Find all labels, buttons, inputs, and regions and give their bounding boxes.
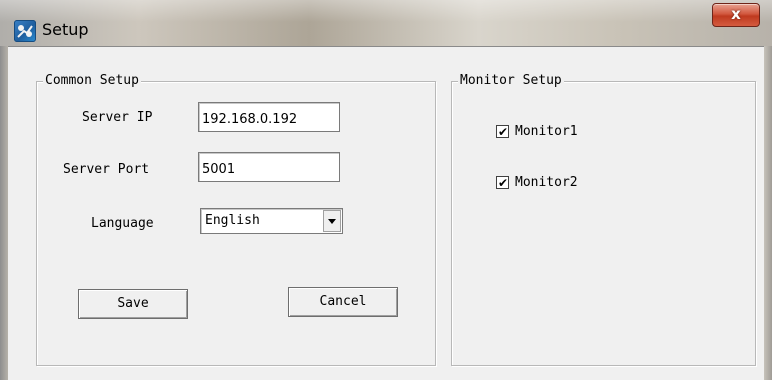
server-ip-label: Server IP (82, 110, 153, 125)
setup-window: Setup x Common Setup Server IP Server Po… (0, 0, 772, 380)
server-port-label: Server Port (63, 162, 150, 177)
common-setup-group: Common Setup Server IP Server Port Langu… (36, 73, 436, 366)
monitor-setup-group: Monitor Setup ✔ Monitor1 ✔ Monitor2 (451, 73, 756, 366)
app-icon (14, 20, 36, 42)
title-bar[interactable]: Setup x (0, 0, 772, 46)
server-ip-input[interactable] (198, 102, 340, 132)
monitor2-label: Monitor2 (515, 175, 578, 190)
language-selected-value: English (205, 213, 260, 228)
language-label: Language (91, 216, 154, 231)
server-port-input[interactable] (198, 152, 340, 182)
monitor1-label: Monitor1 (515, 124, 578, 139)
monitor2-checkbox[interactable]: ✔ (496, 176, 509, 190)
chevron-down-icon[interactable] (323, 210, 341, 232)
language-select[interactable]: English (200, 208, 343, 234)
monitor-setup-title: Monitor Setup (458, 73, 564, 89)
cancel-button[interactable]: Cancel (288, 287, 398, 317)
check-icon: ✔ (498, 176, 509, 190)
dialog-body: Common Setup Server IP Server Port Langu… (8, 46, 764, 380)
close-icon: x (731, 5, 741, 23)
common-setup-title: Common Setup (43, 73, 141, 89)
window-frame-left (0, 46, 8, 380)
save-button[interactable]: Save (78, 289, 188, 319)
check-icon: ✔ (498, 125, 509, 139)
monitor1-checkbox[interactable]: ✔ (496, 125, 509, 139)
window-title: Setup (42, 20, 89, 39)
window-frame-right (764, 46, 772, 380)
close-button[interactable]: x (712, 3, 760, 27)
